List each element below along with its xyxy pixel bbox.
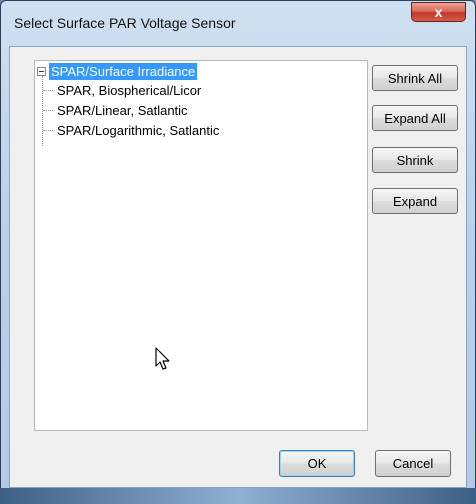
expand-button[interactable]: Expand bbox=[372, 188, 458, 214]
sensor-tree-view[interactable]: SPAR/Surface Irradiance SPAR, Biospheric… bbox=[34, 60, 368, 431]
window-title: Select Surface PAR Voltage Sensor bbox=[14, 15, 236, 31]
minus-box-icon[interactable] bbox=[37, 67, 46, 76]
title-bar[interactable]: Select Surface PAR Voltage Sensor x bbox=[1, 1, 475, 45]
tree-node-label[interactable]: SPAR/Surface Irradiance bbox=[49, 63, 198, 80]
tree-node-label[interactable]: SPAR/Logarithmic, Satlantic bbox=[57, 123, 219, 138]
tree-node-child[interactable]: SPAR, Biospherical/Licor bbox=[43, 81, 201, 99]
shrink-button[interactable]: Shrink bbox=[372, 147, 458, 173]
expand-all-button[interactable]: Expand All bbox=[372, 105, 458, 131]
close-button[interactable]: x bbox=[411, 2, 466, 22]
tree-node-label[interactable]: SPAR/Linear, Satlantic bbox=[57, 103, 188, 118]
tree-node-child[interactable]: SPAR/Linear, Satlantic bbox=[43, 101, 188, 119]
shrink-all-button[interactable]: Shrink All bbox=[372, 65, 458, 91]
background-strip bbox=[0, 488, 476, 504]
tree-connector bbox=[43, 89, 53, 91]
dialog-client-area: SPAR/Surface Irradiance SPAR, Biospheric… bbox=[9, 46, 467, 488]
tree-node-label[interactable]: SPAR, Biospherical/Licor bbox=[57, 83, 201, 98]
cancel-button[interactable]: Cancel bbox=[375, 450, 451, 477]
tree-node-child[interactable]: SPAR/Logarithmic, Satlantic bbox=[43, 121, 219, 139]
dialog-window: Select Surface PAR Voltage Sensor x SPAR… bbox=[0, 0, 476, 504]
tree-node-root[interactable]: SPAR/Surface Irradiance bbox=[37, 62, 198, 81]
arrow-pointer-icon bbox=[155, 347, 170, 370]
close-icon: x bbox=[434, 4, 443, 20]
tree-connector bbox=[43, 129, 53, 131]
ok-button[interactable]: OK bbox=[279, 450, 355, 477]
tree-connector bbox=[43, 109, 53, 111]
